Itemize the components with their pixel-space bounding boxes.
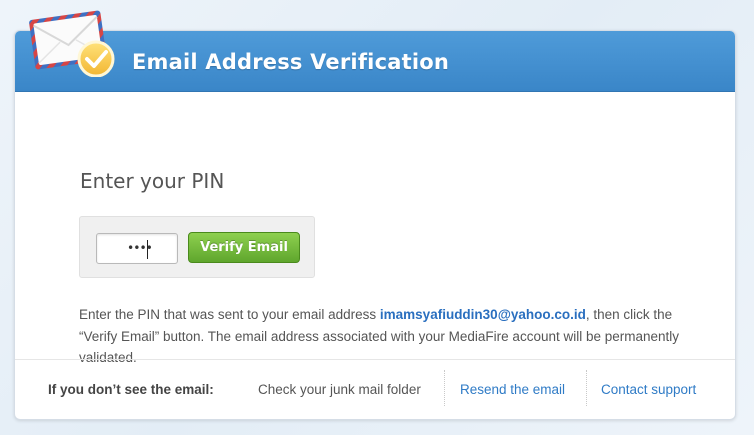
contact-support-link[interactable]: Contact support [601,382,696,397]
footer-separator [444,370,445,406]
text-caret [147,240,148,259]
help-footer: If you don’t see the email: Check your j… [15,360,735,419]
pin-input-value: •••• [127,241,153,255]
verify-email-button[interactable]: Verify Email [188,232,300,263]
footer-label: If you don’t see the email: [48,382,214,397]
verification-card: Email Address Verification Enter your PI… [14,30,736,420]
pin-heading: Enter your PIN [80,169,225,193]
page-title: Email Address Verification [132,50,450,74]
junk-folder-hint: Check your junk mail folder [258,382,421,397]
instructions-part-1: Enter the PIN that was sent to your emai… [79,307,380,322]
pin-entry-box: •••• Verify Email [79,216,315,278]
resend-email-link[interactable]: Resend the email [460,382,565,397]
footer-separator [586,370,587,406]
envelope-check-icon [29,10,115,77]
user-email: imamsyafiuddin30@yahoo.co.id [379,307,586,322]
pin-input[interactable]: •••• [96,233,178,264]
